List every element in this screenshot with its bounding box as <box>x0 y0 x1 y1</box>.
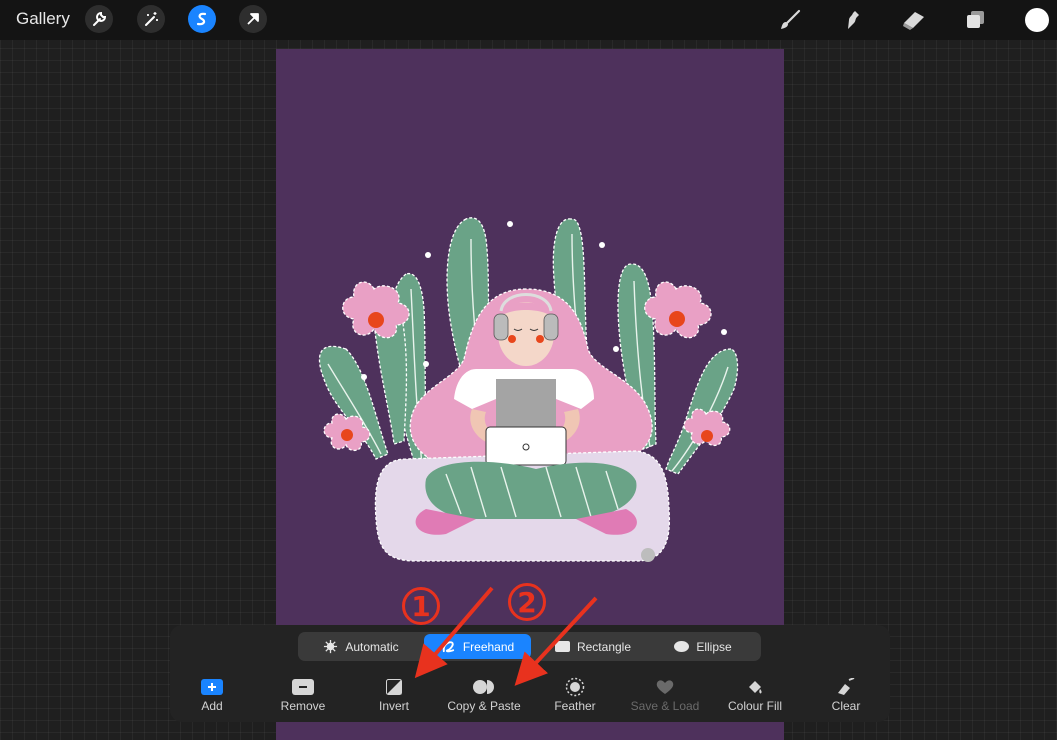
remove-button[interactable]: Remove <box>258 677 348 717</box>
clear-broom-icon <box>838 678 855 695</box>
burst-icon <box>324 639 338 654</box>
mode-label: Ellipse <box>696 639 732 654</box>
mode-rectangle[interactable]: Rectangle <box>538 634 648 659</box>
invert-button[interactable]: Invert <box>349 677 439 717</box>
wrench-icon[interactable] <box>85 5 113 33</box>
colour-fill-button[interactable]: Colour Fill <box>710 677 800 717</box>
color-swatch[interactable] <box>1025 8 1049 32</box>
feather-icon <box>565 677 585 697</box>
transform-arrow-icon[interactable] <box>239 5 267 33</box>
mode-label: Rectangle <box>576 639 632 654</box>
mode-freehand[interactable]: Freehand <box>424 634 531 659</box>
gallery-button[interactable]: Gallery <box>16 9 70 29</box>
freehand-icon <box>442 641 454 653</box>
mode-label: Freehand <box>462 639 515 654</box>
add-button[interactable]: Add <box>167 677 257 717</box>
action-label: Add <box>201 699 223 713</box>
plus-icon <box>201 679 223 695</box>
action-label: Save & Load <box>630 699 700 713</box>
annotation-badge-1: 1 <box>402 587 440 625</box>
fill-bucket-icon <box>749 681 762 694</box>
action-label: Remove <box>280 699 326 713</box>
copy-paste-button[interactable]: Copy & Paste <box>439 677 529 717</box>
selection-toolbar: Automatic Freehand Rectangle Ellipse Add… <box>170 625 890 722</box>
ellipse-icon <box>674 641 690 652</box>
annotation-badge-2: 2 <box>508 583 546 621</box>
smudge-icon[interactable] <box>838 6 866 34</box>
action-label: Clear <box>831 699 861 713</box>
heart-icon <box>656 680 674 694</box>
clear-button[interactable]: Clear <box>801 677 891 717</box>
top-toolbar: Gallery <box>0 0 1057 40</box>
minus-icon <box>292 679 314 695</box>
mode-automatic[interactable]: Automatic <box>304 634 418 659</box>
action-label: Feather <box>554 699 596 713</box>
invert-icon <box>386 679 402 695</box>
rectangle-icon <box>554 641 570 652</box>
action-label: Copy & Paste <box>447 699 521 713</box>
eraser-icon[interactable] <box>900 6 928 34</box>
action-label: Colour Fill <box>727 699 782 713</box>
layers-icon[interactable] <box>962 6 990 34</box>
action-label: Invert <box>378 699 409 713</box>
save-load-button[interactable]: Save & Load <box>620 677 710 717</box>
selection-mode-bar: Automatic Freehand Rectangle Ellipse <box>298 632 761 661</box>
brush-icon[interactable] <box>776 6 804 34</box>
mode-ellipse[interactable]: Ellipse <box>653 634 753 659</box>
copy-paste-icon <box>473 680 494 694</box>
feather-button[interactable]: Feather <box>530 677 620 717</box>
magic-wand-icon[interactable] <box>137 5 165 33</box>
selection-icon[interactable] <box>188 5 216 33</box>
mode-label: Automatic <box>345 639 399 654</box>
